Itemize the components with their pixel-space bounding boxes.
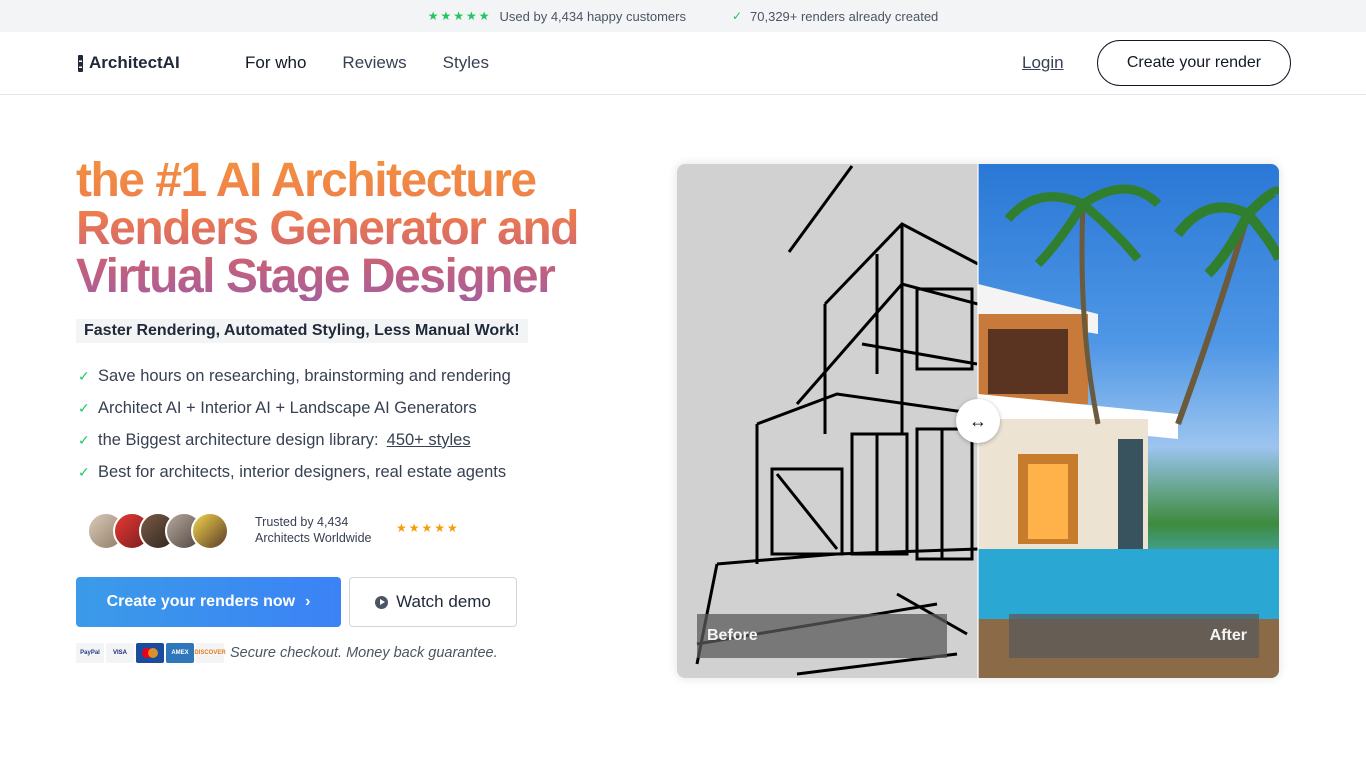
nav-reviews[interactable]: Reviews: [342, 53, 406, 73]
list-item: ✓ Architect AI + Interior AI + Landscape …: [78, 392, 511, 424]
benefit-text: the Biggest architecture design library:: [98, 430, 379, 449]
logo-icon: [78, 54, 83, 72]
trusted-audience: Architects Worldwide: [255, 531, 372, 545]
check-icon: ✓: [78, 463, 90, 480]
payment-methods: PayPal VISA AMEX DISCOVER: [76, 643, 226, 663]
login-link[interactable]: Login: [1022, 53, 1064, 73]
check-icon: ✓: [78, 367, 90, 384]
nav-for-who[interactable]: For who: [245, 53, 306, 73]
mastercard-icon: [136, 643, 164, 663]
before-image: [677, 164, 979, 678]
check-icon: ✓: [731, 9, 743, 23]
list-item: ✓ Best for architects, interior designers…: [78, 456, 511, 488]
customers-count: Used by 4,434 happy customers: [499, 8, 686, 24]
trusted-text: Trusted by 4,434 Architects Worldwide: [255, 514, 371, 546]
paypal-icon: PayPal: [76, 643, 104, 663]
logo[interactable]: ArchitectAI: [78, 53, 180, 73]
nav-styles[interactable]: Styles: [443, 53, 489, 73]
after-label: After: [1009, 614, 1259, 658]
hero-tagline: Faster Rendering, Automated Styling, Les…: [76, 319, 528, 343]
main-nav: For who Reviews Styles: [245, 53, 489, 73]
list-item: ✓ the Biggest architecture design library…: [78, 424, 511, 456]
after-image: [978, 164, 1279, 678]
drag-handle-icon[interactable]: ↔: [956, 399, 1000, 443]
chevron-right-icon: ›: [305, 593, 311, 610]
avatar: [191, 512, 229, 550]
site-header: ArchitectAI For who Reviews Styles Login…: [0, 32, 1366, 95]
benefit-text: Architect AI + Interior AI + Landscape A…: [98, 398, 477, 417]
logo-text: ArchitectAI: [89, 53, 180, 72]
before-after-slider[interactable]: Before After ↔: [677, 164, 1279, 678]
announcement-bar: ★★★★★ Used by 4,434 happy customers ✓ 70…: [0, 0, 1366, 32]
create-renders-now-button[interactable]: Create your renders now ›: [76, 577, 341, 627]
hero-title-line: the #1 AI Architecture: [76, 154, 536, 207]
before-label: Before: [697, 614, 947, 658]
button-label: Create your renders now: [106, 593, 296, 610]
watch-demo-button[interactable]: Watch demo: [349, 577, 517, 627]
rendered-house: [978, 184, 1279, 678]
benefit-text: Save hours on researching, brainstorming…: [98, 366, 511, 385]
trusted-count: Trusted by 4,434: [255, 515, 349, 529]
hero-title-line: Renders Generator and: [76, 202, 578, 255]
customer-avatars: [87, 512, 229, 550]
button-label: Watch demo: [396, 592, 491, 611]
hero-title: the #1 AI Architecture Renders Generator…: [76, 157, 636, 301]
visa-icon: VISA: [106, 643, 134, 663]
star-rating-icon: ★★★★★: [427, 9, 492, 23]
benefit-text: Best for architects, interior designers,…: [98, 462, 507, 481]
sketch-drawing: [695, 165, 979, 676]
create-render-button[interactable]: Create your render: [1097, 40, 1291, 86]
check-icon: ✓: [78, 399, 90, 416]
benefit-list: ✓ Save hours on researching, brainstormin…: [78, 360, 511, 488]
amex-icon: AMEX: [166, 643, 194, 663]
list-item: ✓ Save hours on researching, brainstormin…: [78, 360, 511, 392]
star-rating-icon: ★★★★★: [396, 521, 460, 535]
check-icon: ✓: [78, 431, 90, 448]
styles-link[interactable]: 450+ styles: [387, 431, 471, 450]
discover-icon: DISCOVER: [194, 643, 226, 663]
secure-checkout-text: Secure checkout. Money back guarantee.: [230, 645, 498, 661]
hero-title-line: Virtual Stage Designer: [76, 250, 555, 303]
renders-count: 70,329+ renders already created: [750, 8, 939, 24]
play-icon: [375, 595, 389, 609]
